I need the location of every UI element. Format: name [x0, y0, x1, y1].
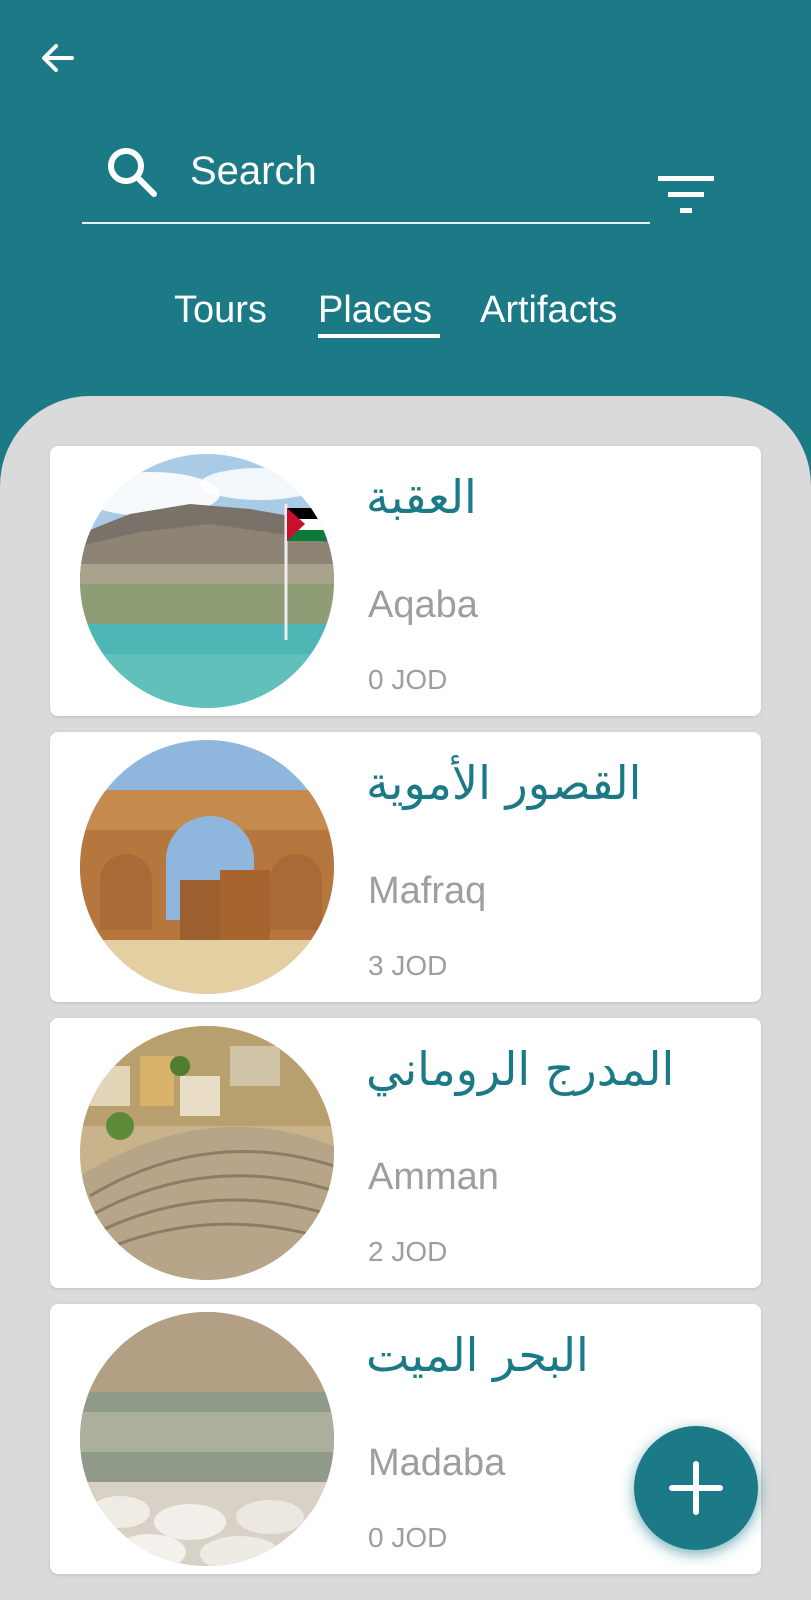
plus-icon	[669, 1461, 723, 1515]
tab-tours[interactable]: Tours	[174, 288, 267, 332]
arrow-left-icon	[42, 44, 74, 72]
place-city: Amman	[368, 1156, 499, 1198]
search-icon	[108, 148, 157, 197]
place-image-dead-sea	[80, 1312, 334, 1566]
place-card[interactable]: المدرج الروماني Amman 2 JOD	[50, 1018, 761, 1288]
place-title: العقبة	[366, 470, 477, 524]
place-city: Aqaba	[368, 584, 478, 626]
tab-bar: Tours Places Artifacts	[0, 280, 811, 350]
place-price: 3 JOD	[368, 950, 448, 981]
place-title: المدرج الروماني	[366, 1042, 675, 1096]
place-city: Mafraq	[368, 870, 487, 912]
place-title: البحر الميت	[366, 1328, 589, 1382]
add-button[interactable]	[634, 1426, 758, 1550]
tab-artifacts[interactable]: Artifacts	[480, 288, 617, 332]
place-card[interactable]: القصور الأموية Mafraq 3 JOD	[50, 732, 761, 1002]
place-price: 0 JOD	[368, 664, 448, 695]
place-image-mafraq	[80, 740, 334, 994]
search-bar	[82, 136, 650, 224]
tab-places[interactable]: Places	[318, 288, 432, 332]
places-list: العقبة Aqaba 0 JOD القصور الأموية Mafraq…	[0, 396, 811, 1600]
filter-button[interactable]	[656, 170, 720, 222]
place-image-aqaba	[80, 454, 334, 708]
place-price: 2 JOD	[368, 1236, 448, 1267]
active-tab-indicator	[318, 334, 440, 338]
search-input[interactable]	[190, 144, 630, 198]
place-title: القصور الأموية	[366, 756, 642, 810]
place-card[interactable]: العقبة Aqaba 0 JOD	[50, 446, 761, 716]
back-button[interactable]	[34, 34, 82, 82]
place-price: 0 JOD	[368, 1522, 448, 1553]
place-image-amman	[80, 1026, 334, 1280]
place-city: Madaba	[368, 1442, 506, 1484]
filter-icon	[658, 176, 714, 213]
